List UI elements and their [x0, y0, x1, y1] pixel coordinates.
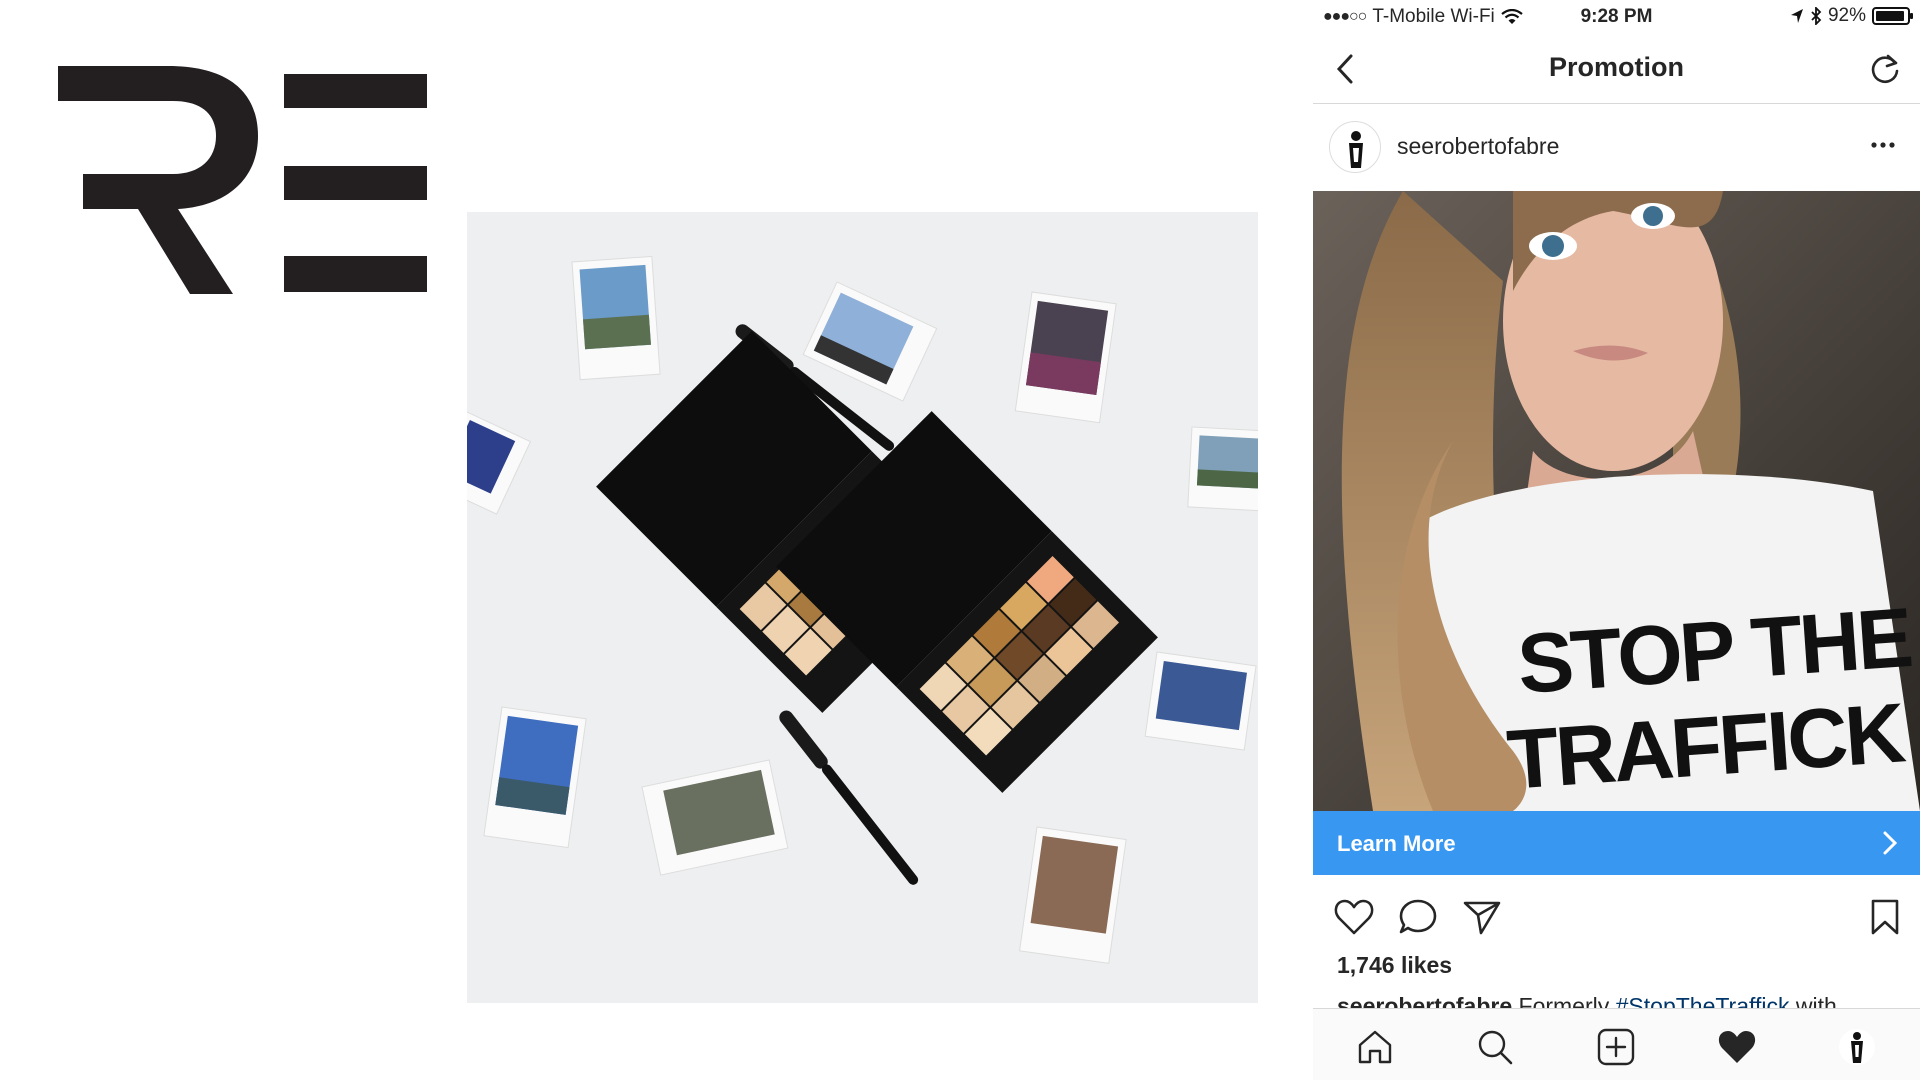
more-dots-icon[interactable] — [1868, 135, 1898, 155]
heart-outline-icon[interactable] — [1333, 897, 1375, 937]
re-logo — [58, 66, 427, 294]
phone-screen: ●●●○○ T-Mobile Wi-Fi 9:28 PM 92% Promoti… — [1313, 0, 1920, 1080]
polaroid-photo — [483, 706, 587, 849]
battery-percent: 92% — [1827, 5, 1866, 26]
post-username[interactable]: seerobertofabre — [1397, 133, 1559, 160]
learn-more-label: Learn More — [1337, 831, 1456, 856]
location-arrow-icon — [1790, 9, 1803, 23]
polaroid-photo — [1019, 826, 1127, 964]
battery-fill — [1876, 11, 1904, 21]
page-title: Promotion — [1549, 52, 1684, 82]
nav-bar: Promotion — [1313, 34, 1920, 104]
product-photo — [467, 212, 1258, 1003]
profile-avatar-icon[interactable] — [1837, 1027, 1877, 1067]
learn-more-button[interactable]: Learn More — [1313, 811, 1920, 875]
profile-silhouette-icon — [1349, 131, 1363, 168]
post-caption: seerobertofabre Formerly #StopTheTraffic… — [1337, 990, 1907, 1010]
bookmark-icon[interactable] — [1868, 897, 1902, 937]
post-image[interactable]: STOP THE TRAFFICK — [1313, 191, 1920, 811]
polaroid-photo — [1014, 291, 1117, 424]
refresh-icon[interactable] — [1868, 52, 1902, 86]
polaroid-photo — [571, 255, 661, 381]
portrait-illustration: STOP THE TRAFFICK — [1313, 191, 1920, 811]
status-bar: ●●●○○ T-Mobile Wi-Fi 9:28 PM 92% — [1313, 0, 1920, 34]
chevron-right-icon — [1883, 831, 1898, 855]
status-right: 92% — [1790, 5, 1913, 27]
likes-count[interactable]: 1,746 likes — [1337, 952, 1452, 979]
post-actions — [1313, 875, 1920, 955]
search-icon[interactable] — [1475, 1027, 1515, 1067]
makeup-flatlay-illustration — [467, 212, 1258, 1003]
post-header: seerobertofabre — [1313, 105, 1920, 191]
heart-filled-icon[interactable] — [1717, 1027, 1757, 1067]
home-icon[interactable] — [1355, 1027, 1395, 1067]
add-post-icon[interactable] — [1596, 1027, 1636, 1067]
send-icon[interactable] — [1461, 897, 1503, 937]
bluetooth-icon — [1811, 7, 1822, 25]
tab-bar — [1313, 1008, 1920, 1080]
polaroid-photo — [1187, 426, 1258, 512]
comment-icon[interactable] — [1397, 897, 1439, 937]
polaroid-photo — [1144, 651, 1257, 751]
avatar[interactable] — [1329, 121, 1381, 173]
battery-icon — [1872, 7, 1913, 25]
